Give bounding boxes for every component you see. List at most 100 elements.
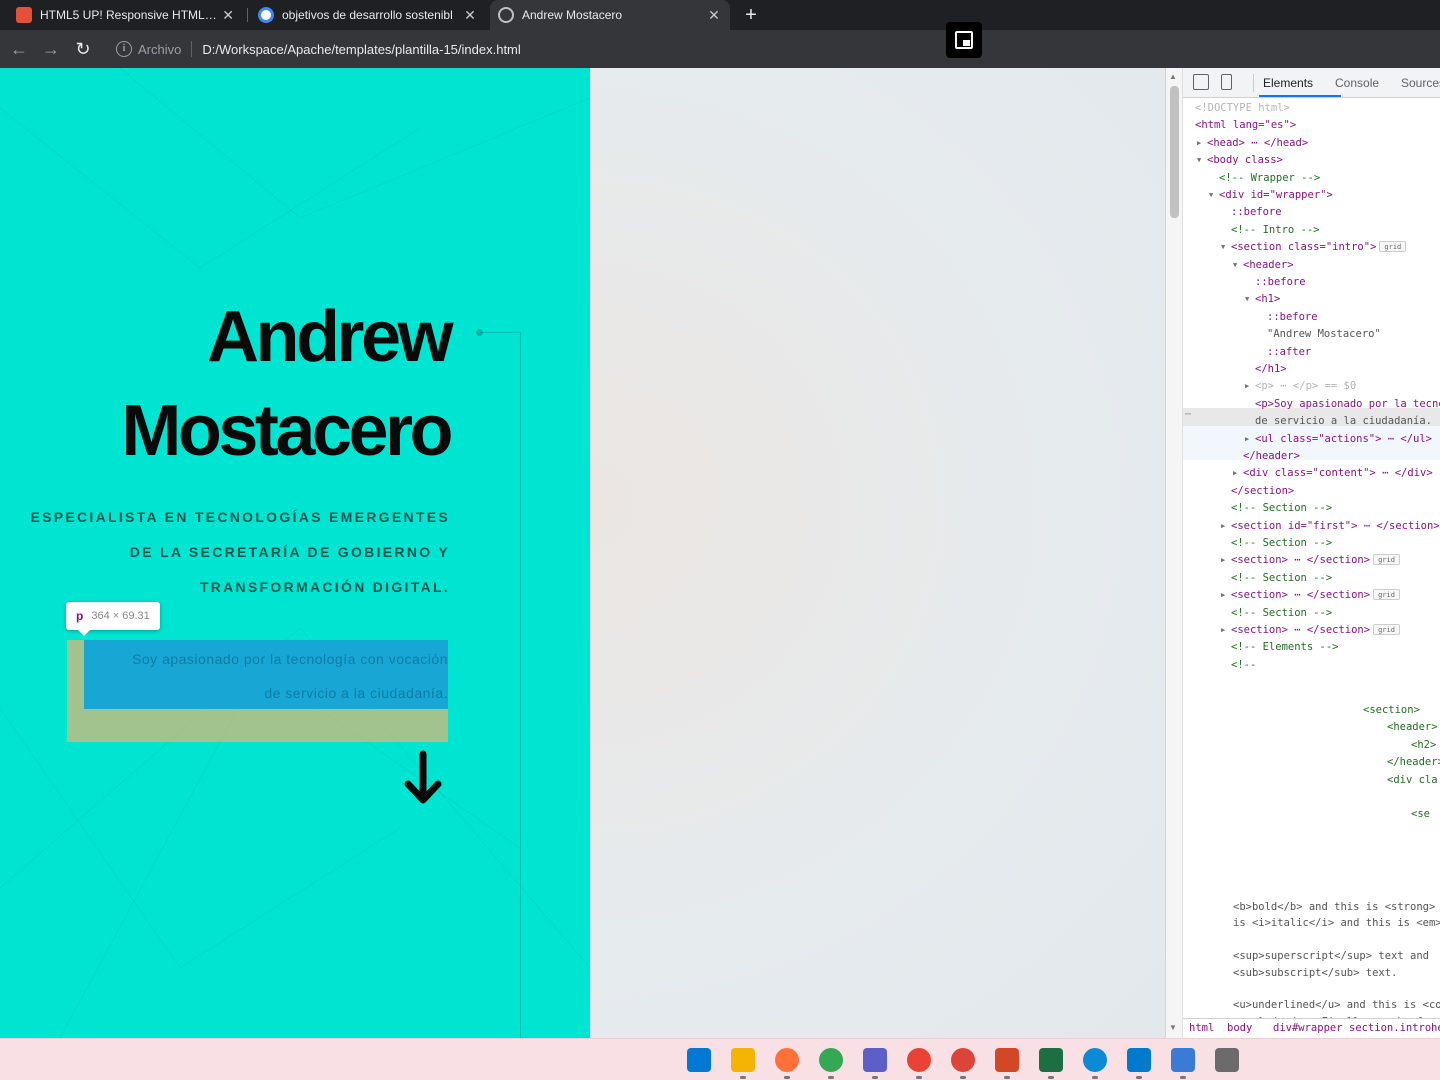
excel-icon[interactable]	[1039, 1048, 1063, 1072]
dom-node[interactable]: <!-- Intro -->	[1231, 222, 1320, 239]
dom-node[interactable]: ▶ <p> ⋯ </p> == $0	[1245, 378, 1356, 395]
breadcrumb-item[interactable]: div#wrapper	[1273, 1022, 1343, 1034]
dom-node[interactable]: ▶ <section> ⋯ </section> grid	[1221, 587, 1400, 604]
dom-node[interactable]: "Andrew Mostacero"	[1267, 326, 1381, 343]
inspect-element-icon[interactable]	[1193, 74, 1209, 90]
dom-node[interactable]: <!-- Elements -->	[1231, 639, 1338, 656]
dom-node[interactable]: ▶ <ul class="actions"> ⋯ </ul>	[1245, 431, 1432, 448]
dom-node[interactable]: <!-- Section -->	[1231, 500, 1332, 517]
tab-elements[interactable]: Elements	[1263, 76, 1313, 90]
dom-node[interactable]: <!-- Section -->	[1231, 605, 1332, 622]
dom-node[interactable]: ::before	[1231, 204, 1282, 221]
tab-andrew-mostacero[interactable]: Andrew Mostacero ✕	[490, 0, 730, 30]
powerpoint-icon[interactable]	[995, 1048, 1019, 1072]
address-bar[interactable]: i Archivo D:/Workspace/Apache/templates/…	[104, 35, 944, 63]
expand-triangle-icon[interactable]: ▶	[1221, 587, 1225, 604]
row-menu-icon[interactable]: ⋯	[1185, 409, 1191, 420]
dom-node[interactable]: ▶ <section> ⋯ </section> grid	[1221, 622, 1400, 639]
collapse-triangle-icon[interactable]: ▼	[1233, 257, 1237, 274]
expand-triangle-icon[interactable]: ▶	[1245, 378, 1249, 395]
dom-node[interactable]: <html lang="es">	[1195, 117, 1296, 134]
dom-node[interactable]: ▶ <section> ⋯ </section> grid	[1221, 552, 1400, 569]
back-button[interactable]: ←	[8, 38, 30, 60]
grid-badge[interactable]: grid	[1373, 589, 1400, 601]
dom-node[interactable]: ::before	[1255, 274, 1306, 291]
dom-node[interactable]: <p>Soy apasionado por la tecnología	[1255, 396, 1440, 413]
dom-node[interactable]: de servicio a la ciudadanía.	[1255, 413, 1432, 430]
info-icon[interactable]: i	[116, 41, 132, 57]
forward-button[interactable]: →	[40, 38, 62, 60]
scroll-down-icon[interactable]: ▼	[1169, 1023, 1177, 1032]
close-icon[interactable]: ✕	[462, 7, 478, 24]
scrollbar-thumb[interactable]	[1170, 86, 1179, 218]
running-indicator	[1136, 1076, 1142, 1079]
windows-start-icon[interactable]	[687, 1048, 711, 1072]
chrome-icon[interactable]	[819, 1048, 843, 1072]
notepad-icon[interactable]	[1171, 1048, 1195, 1072]
tab-sources[interactable]: Sources	[1401, 76, 1440, 90]
title-line: Mostacero	[121, 391, 453, 471]
dom-node[interactable]: ▶ <head> ⋯ </head>	[1197, 135, 1308, 152]
dom-node[interactable]: ▼ <section class="intro"> grid	[1221, 239, 1407, 256]
dom-node[interactable]: <!-- Section -->	[1231, 570, 1332, 587]
dom-node[interactable]: ▼ <h1>	[1245, 291, 1280, 308]
running-indicator	[1092, 1076, 1098, 1079]
grid-badge[interactable]: grid	[1373, 554, 1400, 566]
dom-node[interactable]: ▶ <div class="content"> ⋯ </div>	[1233, 465, 1433, 482]
dom-node[interactable]: </section>	[1231, 483, 1294, 500]
expand-triangle-icon[interactable]: ▶	[1245, 431, 1249, 448]
url-text[interactable]: D:/Workspace/Apache/templates/plantilla-…	[202, 42, 520, 57]
firefox-icon[interactable]	[775, 1048, 799, 1072]
grid-badge[interactable]: grid	[1373, 624, 1400, 635]
tab-html5up[interactable]: HTML5 UP! Responsive HTML5 a ✕	[8, 0, 244, 30]
collapse-triangle-icon[interactable]: ▼	[1245, 291, 1249, 308]
dom-node[interactable]: ::before	[1267, 309, 1318, 326]
dom-node[interactable]: <!DOCTYPE html>	[1195, 100, 1290, 117]
dom-node-text: <body class>	[1207, 154, 1283, 167]
breadcrumb-item[interactable]: section.intro	[1349, 1022, 1431, 1034]
breadcrumb-item[interactable]: html	[1189, 1022, 1214, 1034]
collapse-triangle-icon[interactable]: ▼	[1209, 187, 1213, 204]
close-icon[interactable]: ✕	[220, 7, 236, 24]
dom-node[interactable]: ▼ <body class>	[1197, 152, 1283, 169]
app-13-icon[interactable]	[1215, 1048, 1239, 1072]
running-indicator	[828, 1076, 834, 1079]
subtitle: ESPECIALISTA EN TECNOLOGÍAS EMERGENTES D…	[30, 509, 450, 595]
dom-node[interactable]: <!-- Wrapper -->	[1219, 170, 1320, 187]
tab-console[interactable]: Console	[1335, 76, 1379, 90]
grid-badge[interactable]: grid	[1379, 241, 1407, 253]
dom-node[interactable]: ▼ <div id="wrapper">	[1209, 187, 1333, 204]
chrome-profile-1-icon[interactable]	[907, 1048, 931, 1072]
collapse-triangle-icon[interactable]: ▼	[1221, 239, 1225, 256]
vscode-icon[interactable]	[1127, 1048, 1151, 1072]
collapse-triangle-icon[interactable]: ▼	[1197, 152, 1201, 169]
dom-node[interactable]: ::after	[1267, 344, 1311, 361]
scroll-up-icon[interactable]: ▲	[1169, 72, 1177, 81]
tab-objetivos[interactable]: objetivos de desarrollo sostenibl ✕	[250, 0, 486, 30]
device-toolbar-icon[interactable]	[1221, 74, 1232, 90]
arrow-down-icon[interactable]	[400, 750, 446, 810]
dom-node-text: <section class="intro">	[1231, 241, 1377, 254]
app-5-icon[interactable]	[863, 1048, 887, 1072]
dom-node[interactable]: <!-- Section -->	[1231, 535, 1332, 552]
new-tab-button[interactable]: +	[740, 4, 762, 26]
close-icon[interactable]: ✕	[706, 7, 722, 24]
dom-node[interactable]: <!--	[1231, 657, 1256, 674]
expand-triangle-icon[interactable]: ▶	[1233, 465, 1237, 482]
expand-triangle-icon[interactable]: ▶	[1221, 622, 1225, 639]
reload-button[interactable]: ↻	[72, 38, 94, 60]
expand-triangle-icon[interactable]: ▶	[1221, 518, 1225, 535]
breadcrumb-item[interactable]: body	[1227, 1022, 1252, 1034]
expand-triangle-icon[interactable]: ▶	[1221, 552, 1225, 569]
dom-node[interactable]: ▶ <section id="first"> ⋯ </section>	[1221, 518, 1440, 535]
file-explorer-icon[interactable]	[731, 1048, 755, 1072]
breadcrumb-item[interactable]: header	[1431, 1022, 1440, 1034]
page-scrollbar[interactable]: ▲ ▼	[1166, 68, 1183, 1038]
dom-node[interactable]: ▼ <header>	[1233, 257, 1294, 274]
edge-icon[interactable]	[1083, 1048, 1107, 1072]
chrome-profile-2-icon[interactable]	[951, 1048, 975, 1072]
dom-node[interactable]: </header>	[1243, 448, 1300, 465]
expand-triangle-icon[interactable]: ▶	[1197, 135, 1201, 152]
dom-node[interactable]: </h1>	[1255, 361, 1287, 378]
picture-in-picture-icon[interactable]	[946, 22, 982, 58]
